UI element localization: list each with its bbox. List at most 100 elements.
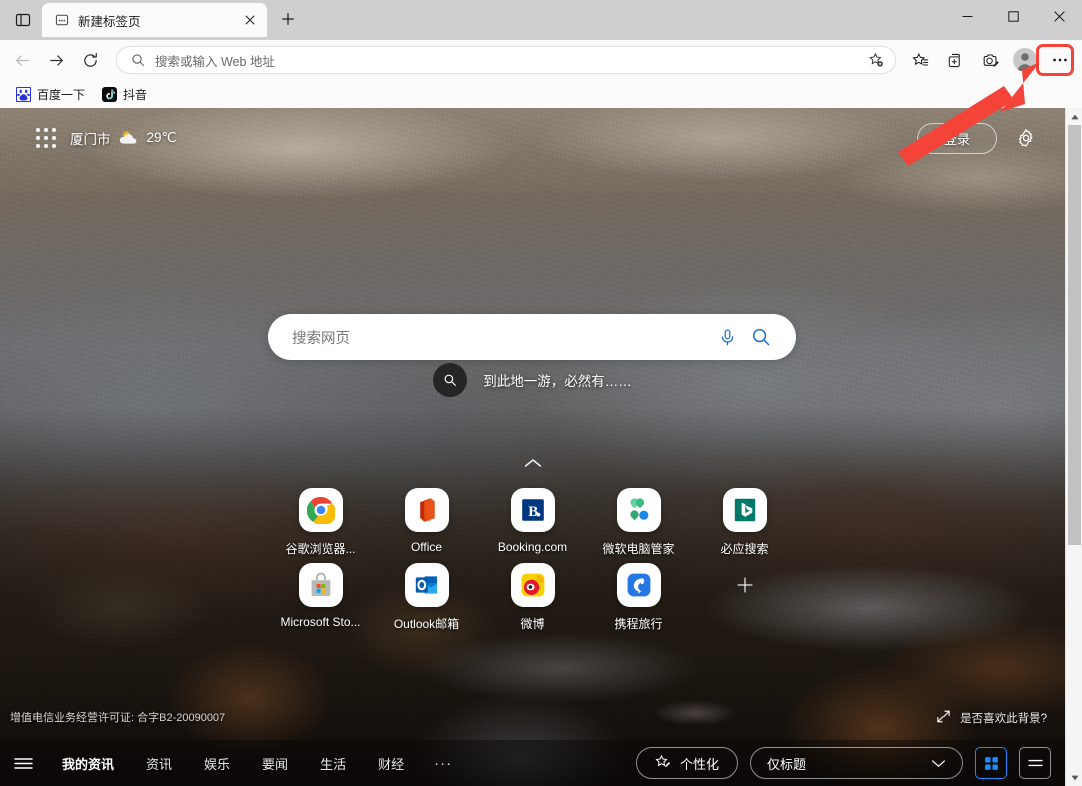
tile-label: Office xyxy=(410,540,443,554)
weather-temperature: 29℃ xyxy=(146,130,177,145)
bookmarks-bar: 百度一下 抖音 xyxy=(0,80,1082,108)
news-tab-finance[interactable]: 财经 xyxy=(362,743,420,783)
booking-icon: B xyxy=(510,488,555,532)
reload-button[interactable] xyxy=(74,44,106,76)
office-icon xyxy=(404,488,449,532)
microsoft-store-icon xyxy=(298,563,343,607)
travel-suggestion-row[interactable]: 到此地一游，必然有…… xyxy=(0,363,1065,397)
tile-bing[interactable]: 必应搜索 xyxy=(692,488,798,557)
douyin-icon xyxy=(101,86,117,102)
tile-ctrip[interactable]: 携程旅行 xyxy=(586,563,692,632)
bing-search-box[interactable]: 搜索网页 xyxy=(268,314,796,360)
maximize-button[interactable] xyxy=(990,0,1036,32)
collections-icon[interactable] xyxy=(939,44,971,76)
tile-microsoft-store[interactable]: Microsoft Sto... xyxy=(268,563,374,629)
tile-label: 必应搜索 xyxy=(720,542,769,556)
search-input[interactable]: 搜索网页 xyxy=(292,327,710,348)
sign-in-button[interactable]: 登录 xyxy=(916,122,997,154)
bing-icon xyxy=(722,488,767,532)
split-screen-icon[interactable] xyxy=(8,5,38,35)
tile-label: 携程旅行 xyxy=(614,617,663,631)
weather-widget[interactable]: 厦门市 29℃ xyxy=(70,128,177,148)
forward-button[interactable] xyxy=(40,44,72,76)
ntp-header-right: 登录 xyxy=(916,122,1039,154)
tile-pc-manager[interactable]: 微软电脑管家 xyxy=(586,488,692,557)
ctrip-icon xyxy=(616,563,661,607)
minimize-button[interactable] xyxy=(944,0,990,32)
scroll-up-arrow[interactable] xyxy=(1066,108,1082,125)
news-tab-my-feed[interactable]: 我的资讯 xyxy=(46,743,130,783)
newtab-favicon xyxy=(54,12,70,28)
personalize-label: 个性化 xyxy=(679,756,719,772)
news-tab-entertainment[interactable]: 娱乐 xyxy=(188,743,246,783)
back-button[interactable] xyxy=(6,44,38,76)
tile-office[interactable]: Office xyxy=(374,488,480,554)
grid-view-icon[interactable] xyxy=(975,747,1007,779)
tab-strip-left: 新建标签页 xyxy=(0,0,303,40)
address-input[interactable]: 搜索或输入 Web 地址 xyxy=(155,51,863,70)
chevron-up-icon[interactable] xyxy=(0,458,1065,468)
new-tab-page: 厦门市 29℃ 登录 搜索网页 到此地一游，必然有…… 谷歌浏览器... Off… xyxy=(0,108,1065,786)
favorites-icon[interactable] xyxy=(904,44,936,76)
news-tab-headlines[interactable]: 要闻 xyxy=(246,743,304,783)
tile-chrome[interactable]: 谷歌浏览器... xyxy=(268,488,374,557)
search-icon xyxy=(131,53,145,67)
tile-label: Booking.com xyxy=(497,540,568,554)
bookmark-item-douyin[interactable]: 抖音 xyxy=(94,83,154,105)
weibo-icon xyxy=(510,563,555,607)
expand-arrow-icon[interactable] xyxy=(936,709,951,727)
layout-select[interactable]: 仅标题 xyxy=(750,747,963,779)
tile-label: 微软电脑管家 xyxy=(602,542,675,556)
scrollbar-thumb[interactable] xyxy=(1068,125,1081,545)
copilot-screenshot-icon[interactable] xyxy=(974,44,1006,76)
tile-booking[interactable]: B Booking.com xyxy=(480,488,586,554)
travel-suggestion-text: 到此地一游，必然有…… xyxy=(483,374,632,389)
ntp-header-left: 厦门市 29℃ xyxy=(36,128,177,148)
personalize-button[interactable]: 个性化 xyxy=(635,747,738,779)
ntp-header: 厦门市 29℃ 登录 xyxy=(0,108,1065,168)
edge-browser-window: 新建标签页 搜索或输入 Web 地址 百度一下 抖音 厦门市 29℃ 登录 搜索… xyxy=(0,0,1082,786)
bookmark-label: 抖音 xyxy=(123,87,148,102)
bookmark-item-baidu[interactable]: 百度一下 xyxy=(8,83,92,105)
personalize-star-icon xyxy=(655,754,671,773)
tab-strip: 新建标签页 xyxy=(0,0,1082,40)
tab-title: 新建标签页 xyxy=(78,14,141,29)
tile-weibo[interactable]: 微博 xyxy=(480,563,586,632)
page-scrollbar[interactable] xyxy=(1065,108,1082,786)
hamburger-icon[interactable] xyxy=(0,743,46,783)
search-circle-icon xyxy=(433,363,468,397)
scroll-down-arrow[interactable] xyxy=(1066,769,1082,786)
svg-text:B: B xyxy=(528,504,538,520)
address-bar[interactable]: 搜索或输入 Web 地址 xyxy=(116,46,896,74)
profile-avatar-icon[interactable] xyxy=(1009,44,1041,76)
news-tab-news[interactable]: 资讯 xyxy=(130,743,188,783)
background-texture xyxy=(0,108,1065,786)
list-view-icon[interactable] xyxy=(1019,747,1051,779)
add-shortcut-button[interactable] xyxy=(692,563,798,607)
add-favorite-star-icon[interactable] xyxy=(863,47,889,73)
settings-and-more-button[interactable] xyxy=(1044,44,1076,76)
tile-label: Microsoft Sto... xyxy=(280,615,361,629)
tile-label: Outlook邮箱 xyxy=(393,617,460,631)
weather-city: 厦门市 xyxy=(70,132,111,147)
microphone-icon[interactable] xyxy=(710,320,744,354)
tile-row: 谷歌浏览器... Office B Booking.com 微软电脑管家 必应搜… xyxy=(0,488,1065,557)
close-window-button[interactable] xyxy=(1036,0,1082,32)
license-text: 增值电信业务经营许可证: 合字B2-20090007 xyxy=(10,712,226,724)
news-tabs-overflow-button[interactable]: ··· xyxy=(420,755,466,772)
tile-outlook[interactable]: Outlook邮箱 xyxy=(374,563,480,632)
gear-icon[interactable] xyxy=(1013,125,1039,151)
news-tab-life[interactable]: 生活 xyxy=(304,743,362,783)
baidu-icon xyxy=(15,86,31,102)
tab-close-button[interactable] xyxy=(239,9,261,31)
partly-cloudy-icon xyxy=(118,129,140,147)
background-feedback[interactable]: 是否喜欢此背景? xyxy=(936,709,1047,727)
app-grid-icon[interactable] xyxy=(36,128,56,148)
new-tab-button[interactable] xyxy=(273,4,303,34)
search-submit-icon[interactable] xyxy=(744,320,778,354)
browser-tab[interactable]: 新建标签页 xyxy=(42,3,267,37)
chevron-down-icon xyxy=(931,756,946,771)
tile-label: 谷歌浏览器... xyxy=(285,542,356,556)
shortcut-tiles: 谷歌浏览器... Office B Booking.com 微软电脑管家 必应搜… xyxy=(0,488,1065,632)
tile-row: Microsoft Sto... Outlook邮箱 微博 携程旅行 xyxy=(0,563,1065,632)
